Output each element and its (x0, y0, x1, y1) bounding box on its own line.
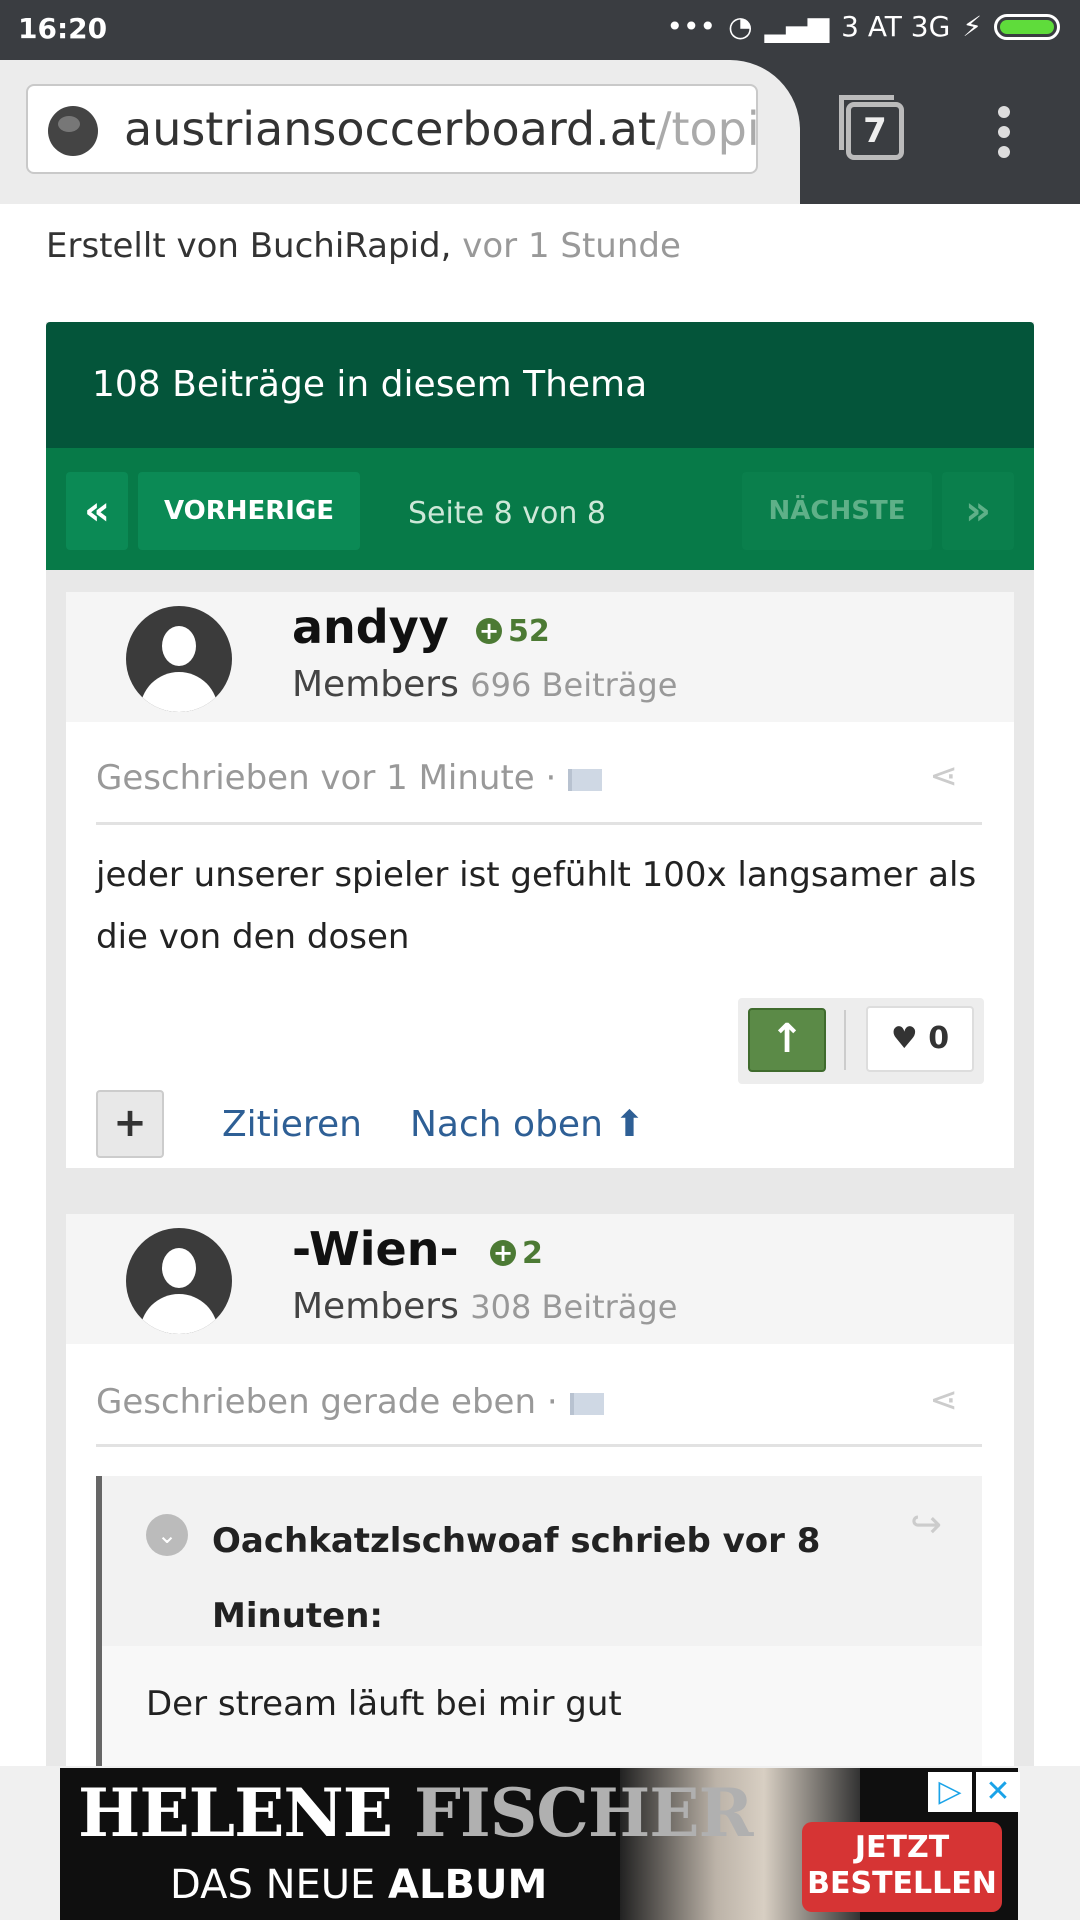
upvote-button[interactable]: ↑ (748, 1008, 826, 1072)
pagination: « VORHERIGE Seite 8 von 8 NÄCHSTE » (46, 448, 1034, 570)
post-divider (96, 822, 982, 825)
plus-circle-icon: + (490, 1240, 516, 1266)
reputation-badge: +52 (476, 614, 550, 649)
ad-controls: ▷ ✕ (928, 1772, 1020, 1812)
avatar[interactable] (126, 1228, 232, 1334)
ad-subtitle-1: DAS NEUE (170, 1862, 376, 1908)
byline-time: vor 1 Stunde (462, 226, 681, 266)
signal-icon: ▂▄▆ (764, 10, 830, 43)
post-author-header: -Wien- +2 Members 308 Beiträge (66, 1214, 1014, 1344)
status-bar: 16:20 ••• ◔ ▂▄▆ 3 AT 3G ⚡ (0, 0, 1080, 60)
vote-divider (844, 1010, 846, 1070)
post-meta: Geschrieben vor 1 Minute · (96, 758, 603, 798)
chevron-down-icon[interactable]: ⌄ (146, 1514, 188, 1556)
quote-header: ⌄ Oachkatzlschwoaf schrieb vor 8 Minuten… (102, 1476, 982, 1646)
ad-content[interactable]: HELENE FISCHER DAS NEUE ALBUM JETZT BEST… (60, 1768, 1018, 1920)
charging-icon: ⚡ (962, 10, 982, 43)
ad-cta-button[interactable]: JETZT BESTELLEN (802, 1822, 1002, 1912)
arrow-up-icon: ⬆ (614, 1104, 645, 1145)
ad-title: HELENE FISCHER (78, 1774, 753, 1852)
group-name: Members (292, 1286, 459, 1327)
group-name: Members (292, 664, 459, 705)
author-post-count: 308 Beiträge (470, 1288, 678, 1326)
share-icon[interactable]: ⋖ (930, 1380, 959, 1420)
carrier-label: 3 AT 3G (841, 10, 951, 43)
author-group: Members 308 Beiträge (292, 1286, 677, 1327)
status-icons: ••• ◔ ▂▄▆ 3 AT 3G ⚡ (667, 10, 1060, 43)
post-author-header: andyy +52 Members 696 Beiträge (66, 592, 1014, 722)
ad-subtitle-2: ALBUM (388, 1862, 548, 1908)
browser-toolbar: austriansoccerboard.at/topic/1 7 (0, 60, 1080, 204)
ad-title-first: HELENE (78, 1774, 393, 1852)
address-bar[interactable]: austriansoccerboard.at/topic/1 (26, 84, 758, 174)
more-dots-icon: ••• (666, 10, 717, 43)
overflow-menu-icon[interactable] (998, 106, 1010, 166)
like-button[interactable]: ♥ 0 (866, 1006, 974, 1072)
post-divider (96, 1444, 982, 1447)
plus-circle-icon: + (476, 618, 502, 644)
page-info: Seite 8 von 8 (408, 496, 606, 531)
like-count: 0 (928, 1021, 950, 1056)
ad-title-last: FISCHER (414, 1774, 753, 1852)
globe-icon (48, 106, 98, 156)
url-text: austriansoccerboard.at/topic/1 (124, 102, 756, 156)
quote-text: Der stream läuft bei mir gut (146, 1684, 622, 1724)
heart-icon: ♥ (890, 1021, 918, 1056)
ad-banner[interactable]: HELENE FISCHER DAS NEUE ALBUM JETZT BEST… (0, 1766, 1080, 1920)
reaction-box: ↑ ♥ 0 (738, 998, 984, 1084)
tab-switcher-button[interactable]: 7 (839, 95, 904, 160)
wifi-icon: ◔ (728, 10, 753, 43)
author-post-count: 696 Beiträge (470, 666, 678, 704)
post-meta: Geschrieben gerade eben · (96, 1382, 604, 1422)
reputation-value: 2 (522, 1236, 543, 1271)
status-time: 16:20 (18, 12, 108, 45)
post: andyy +52 Members 696 Beiträge Geschrieb… (66, 592, 1014, 1168)
topic-posts-count: 108 Beiträge in diesem Thema (46, 322, 1034, 448)
quote-citation: Oachkatzlschwoaf schrieb vor 8 Minuten: (212, 1521, 821, 1636)
reputation-value: 52 (508, 614, 550, 649)
post-author-name[interactable]: -Wien- (292, 1222, 459, 1276)
back-to-top-link[interactable]: Nach oben ⬆ (410, 1104, 645, 1145)
url-domain: austriansoccerboard.at (124, 102, 656, 156)
share-icon[interactable]: ⋖ (930, 756, 959, 796)
previous-page-button[interactable]: VORHERIGE (138, 472, 360, 550)
post: -Wien- +2 Members 308 Beiträge Geschrieb… (66, 1214, 1014, 1856)
last-page-button[interactable]: » (942, 472, 1014, 550)
reputation-badge: +2 (490, 1236, 543, 1271)
battery-icon (994, 13, 1060, 40)
flag-icon[interactable] (568, 768, 603, 791)
url-area: austriansoccerboard.at/topic/1 (0, 60, 800, 204)
post-timestamp: Geschrieben vor 1 Minute · (96, 758, 557, 798)
back-to-top-label: Nach oben (410, 1104, 603, 1145)
author-group: Members 696 Beiträge (292, 664, 677, 705)
post-author-name[interactable]: andyy (292, 600, 449, 654)
multiquote-button[interactable]: + (96, 1090, 164, 1158)
post-content: jeder unserer spieler ist gefühlt 100x l… (96, 855, 977, 957)
avatar[interactable] (126, 606, 232, 712)
ad-subtitle: DAS NEUE ALBUM (170, 1862, 547, 1908)
topic-byline: Erstellt von BuchiRapid, vor 1 Stunde (46, 226, 681, 266)
tab-count: 7 (863, 111, 887, 151)
post-timestamp: Geschrieben gerade eben · (96, 1382, 558, 1422)
close-icon[interactable]: ✕ (976, 1772, 1020, 1812)
first-page-button[interactable]: « (66, 472, 128, 550)
flag-icon[interactable] (569, 1392, 604, 1415)
quote-link[interactable]: Zitieren (222, 1104, 362, 1145)
byline-author: Erstellt von BuchiRapid, (46, 226, 452, 266)
adchoices-icon[interactable]: ▷ (928, 1772, 972, 1812)
next-page-button[interactable]: NÄCHSTE (742, 472, 932, 550)
url-path: /topic/1 (655, 102, 756, 156)
reply-arrow-icon[interactable]: ↪ (910, 1502, 942, 1546)
arrow-up-icon: ↑ (770, 1016, 804, 1062)
